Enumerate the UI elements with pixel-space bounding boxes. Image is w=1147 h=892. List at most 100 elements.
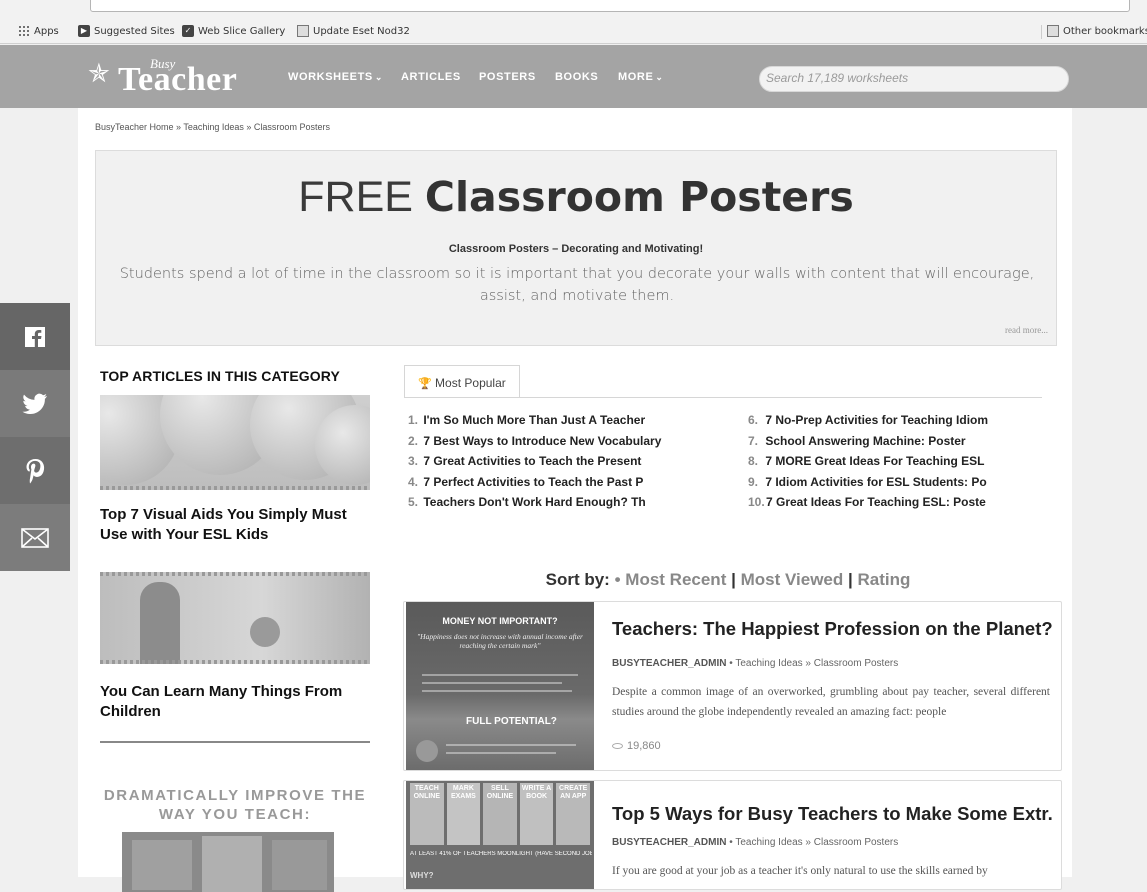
address-bar[interactable] <box>90 0 1130 12</box>
article-thumbnail[interactable] <box>100 572 370 664</box>
item-title: 7 Idiom Activities for ESL Students: Po <box>765 474 987 489</box>
item-number: 2. <box>408 433 419 448</box>
post-category[interactable]: Teaching Ideas » Classroom Posters <box>735 837 898 848</box>
promo-heading: DRAMATICALLY IMPROVE THE WAY YOU TEACH: <box>103 787 367 823</box>
promo-image[interactable] <box>122 832 334 892</box>
nav-label: BOOKS <box>555 71 599 83</box>
post-author[interactable]: BUSYTEACHER_admin <box>612 658 726 669</box>
bookmark-suggested-sites[interactable]: ▶ Suggested Sites <box>78 25 175 37</box>
poster-tabs: TEACH ONLINE MARK EXAMS SELL ONLINE WRIT… <box>410 783 590 845</box>
breadcrumb[interactable]: BusyTeacher Home » Teaching Ideas » Clas… <box>95 122 330 132</box>
poster-text-line <box>422 690 572 692</box>
post-title[interactable]: Teachers: The Happiest Profession on the… <box>612 618 1052 640</box>
popular-item[interactable]: 7. School Answering Machine: Poster <box>748 434 1042 455</box>
sort-most-viewed[interactable]: Most Viewed <box>741 570 844 589</box>
popular-item[interactable]: 1. I'm So Much More Than Just A Teacher <box>408 413 708 434</box>
search-placeholder: Search 17,189 worksheets <box>766 71 909 85</box>
search-input[interactable]: Search 17,189 worksheets <box>759 66 1069 92</box>
poster-text-line <box>446 752 556 754</box>
popular-list-right: 6. 7 No-Prep Activities for Teaching Idi… <box>748 413 1042 516</box>
item-title: Teachers Don't Work Hard Enough? Th <box>423 495 646 509</box>
item-title: 7 No-Prep Activities for Teaching Idiom <box>765 413 989 427</box>
post-thumbnail[interactable]: TEACH ONLINE MARK EXAMS SELL ONLINE WRIT… <box>406 781 594 889</box>
page-icon <box>297 25 309 37</box>
facebook-share-button[interactable] <box>0 303 70 370</box>
item-number: 7. <box>748 433 759 448</box>
busyteacher-logo[interactable]: ✯ Teacher Busy <box>88 51 248 101</box>
title-main: Classroom Posters <box>424 173 854 221</box>
item-title: 7 MORE Great Ideas For Teaching ESL <box>765 454 985 468</box>
post-meta: BUSYTEACHER_admin • Teaching Ideas » Cla… <box>612 837 898 848</box>
item-number: 4. <box>408 474 419 489</box>
view-count: 19,860 <box>627 740 661 752</box>
bookmark-apps[interactable]: Apps <box>18 25 59 37</box>
item-number: 10. <box>748 495 765 509</box>
poster-tab: TEACH ONLINE <box>410 783 444 845</box>
popular-item[interactable]: 2. 7 Best Ways to Introduce New Vocabula… <box>408 434 708 455</box>
email-share-button[interactable] <box>0 504 70 571</box>
poster-text-line <box>446 744 576 746</box>
item-title: 7 Perfect Activities to Teach the Past P <box>423 474 644 489</box>
sort-most-recent[interactable]: • Most Recent <box>615 570 727 589</box>
sort-rating[interactable]: Rating <box>857 570 910 589</box>
article-thumbnail[interactable] <box>100 395 370 490</box>
tab-underline <box>404 397 1042 398</box>
hero-subtitle: Classroom Posters – Decorating and Motiv… <box>448 243 704 255</box>
popular-item[interactable]: 8. 7 MORE Great Ideas For Teaching ESL <box>748 454 1042 475</box>
nav-label: MORE <box>618 71 654 83</box>
web-slice-icon: ✓ <box>182 25 194 37</box>
trophy-icon: 🏆 <box>418 378 432 390</box>
poster-tab: CREATE AN APP <box>556 783 590 845</box>
popular-item[interactable]: 10.7 Great Ideas For Teaching ESL: Poste <box>748 495 1042 516</box>
twitter-share-button[interactable] <box>0 370 70 437</box>
post-card[interactable]: TEACH ONLINE MARK EXAMS SELL ONLINE WRIT… <box>403 780 1062 890</box>
bookmark-divider <box>1041 25 1042 39</box>
popular-item[interactable]: 6. 7 No-Prep Activities for Teaching Idi… <box>748 413 1042 434</box>
poster-text-line <box>422 674 578 676</box>
tab-most-popular[interactable]: 🏆 Most Popular <box>404 365 520 398</box>
sidebar-heading: TOP ARTICLES IN THIS CATEGORY <box>100 368 340 384</box>
poster-tab: SELL ONLINE <box>483 783 517 845</box>
article-link[interactable]: You Can Learn Many Things From Children <box>100 682 365 722</box>
category-hero: FREE Classroom Posters Classroom Posters… <box>95 150 1057 346</box>
nav-articles[interactable]: ARTICLES <box>401 71 461 83</box>
popular-item[interactable]: 5. Teachers Don't Work Hard Enough? Th <box>408 495 708 516</box>
runner-icon: ✯ <box>88 59 110 89</box>
poster-heading: MONEY NOT IMPORTANT? <box>442 616 558 626</box>
promo-panel <box>132 840 192 890</box>
post-author[interactable]: BUSYTEACHER_admin <box>612 837 726 848</box>
post-thumbnail[interactable]: MONEY NOT IMPORTANT? "Happiness does not… <box>406 602 594 770</box>
post-card[interactable]: MONEY NOT IMPORTANT? "Happiness does not… <box>403 601 1062 771</box>
facebook-icon <box>25 326 45 347</box>
page-title: FREE Classroom Posters <box>96 173 1056 222</box>
adult-figure <box>140 582 180 664</box>
item-title: I'm So Much More Than Just A Teacher <box>423 413 646 427</box>
item-title: School Answering Machine: Poster <box>765 433 966 448</box>
post-meta: BUSYTEACHER_admin • Teaching Ideas » Cla… <box>612 658 898 669</box>
popular-item[interactable]: 3. 7 Great Activities to Teach the Prese… <box>408 454 708 475</box>
popular-item[interactable]: 4. 7 Perfect Activities to Teach the Pas… <box>408 475 708 496</box>
twitter-icon <box>22 393 47 414</box>
bookmark-other[interactable]: Other bookmarks <box>1047 25 1147 37</box>
bookmark-label: Other bookmarks <box>1063 25 1147 37</box>
envelope-icon <box>21 527 49 548</box>
nav-more[interactable]: MORE ⌄ <box>618 71 664 83</box>
post-category[interactable]: Teaching Ideas » Classroom Posters <box>735 658 898 669</box>
popular-item[interactable]: 9. 7 Idiom Activities for ESL Students: … <box>748 475 1042 496</box>
nav-posters[interactable]: POSTERS <box>479 71 536 83</box>
chevron-down-icon: ⌄ <box>374 72 383 82</box>
child-figure <box>250 617 280 647</box>
article-link[interactable]: Top 7 Visual Aids You Simply Must Use wi… <box>100 505 365 545</box>
sad-face-icon <box>416 740 438 762</box>
bookmark-update-eset[interactable]: Update Eset Nod32 <box>297 25 410 37</box>
bookmark-label: Update Eset Nod32 <box>313 25 410 37</box>
item-number: 9. <box>748 474 759 489</box>
read-more-link[interactable]: read more... <box>1005 325 1048 335</box>
site-header: ✯ Teacher Busy WORKSHEETS ⌄ ARTICLES POST… <box>0 45 1147 108</box>
pinterest-share-button[interactable] <box>0 437 70 504</box>
post-excerpt: Despite a common image of an overworked,… <box>612 686 1050 718</box>
post-title[interactable]: Top 5 Ways for Busy Teachers to Make Som… <box>612 803 1052 825</box>
nav-worksheets[interactable]: WORKSHEETS ⌄ <box>288 71 383 83</box>
bookmark-web-slice-gallery[interactable]: ✓ Web Slice Gallery <box>182 25 285 37</box>
nav-books[interactable]: BOOKS <box>555 71 598 83</box>
